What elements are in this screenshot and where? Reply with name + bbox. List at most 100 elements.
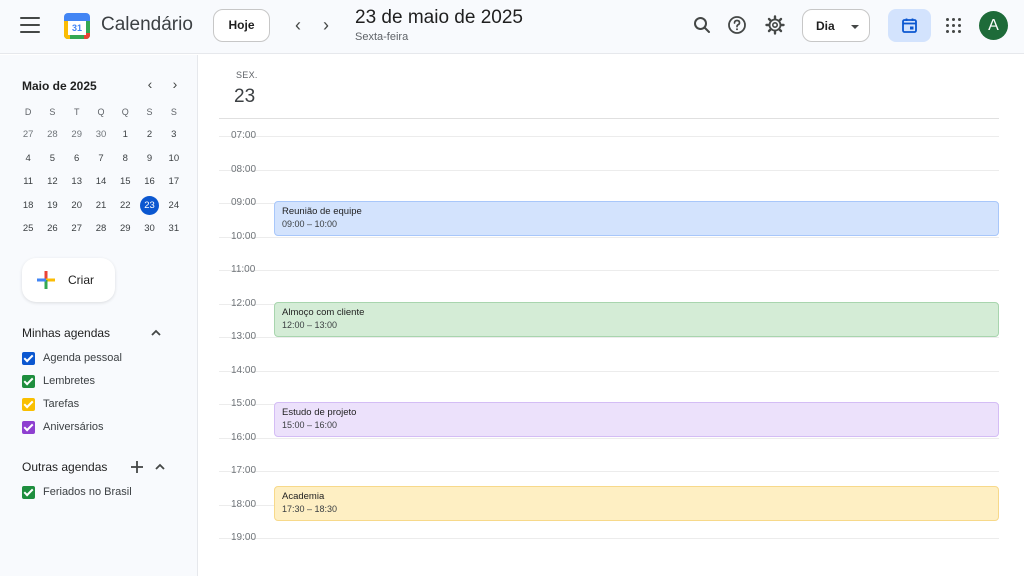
add-calendar-icon[interactable] <box>130 460 144 475</box>
create-button[interactable]: Criar <box>22 258 115 302</box>
mini-day[interactable]: 11 <box>16 172 40 192</box>
mini-day[interactable]: 13 <box>65 172 89 192</box>
main-menu-icon[interactable] <box>20 17 40 33</box>
mini-day[interactable]: 22 <box>113 196 137 216</box>
mini-day[interactable]: 4 <box>16 149 40 169</box>
mini-day[interactable]: 31 <box>162 219 186 239</box>
event-card[interactable]: Estudo de projeto 15:00 – 16:00 <box>274 402 999 437</box>
mini-day[interactable]: 12 <box>40 172 64 192</box>
mini-calendar-next-button[interactable]: › <box>167 76 183 92</box>
hour-gridline <box>219 337 999 338</box>
collapse-my-calendars-icon[interactable] <box>149 326 163 340</box>
mini-day[interactable]: 2 <box>137 125 161 145</box>
hour-label: 15:00 <box>231 398 257 409</box>
checkbox-checked-icon[interactable] <box>22 486 35 499</box>
mini-day[interactable]: 27 <box>16 125 40 145</box>
mini-day-number: 20 <box>71 199 82 211</box>
apps-grid-icon[interactable] <box>946 18 962 34</box>
mini-day[interactable]: 8 <box>113 149 137 169</box>
mini-day-number: 19 <box>47 199 58 211</box>
hour-gridline <box>219 471 999 472</box>
dropdown-caret-icon <box>851 25 859 29</box>
mini-day[interactable]: 18 <box>16 196 40 216</box>
mini-day-number: 30 <box>144 223 155 235</box>
today-button[interactable]: Hoje <box>213 9 270 42</box>
mini-day-number: 16 <box>144 176 155 188</box>
hour-gridline <box>219 370 999 372</box>
mini-day[interactable]: 17 <box>162 172 186 192</box>
event-card[interactable]: Reunião de equipe 09:00 – 10:00 <box>274 201 999 236</box>
view-selector[interactable]: Dia <box>802 9 870 42</box>
hour-label: 12:00 <box>231 297 257 309</box>
mini-day-number: 4 <box>25 152 31 164</box>
mini-day-number: 31 <box>168 223 180 235</box>
my-calendars-title: Minhas agendas <box>22 326 111 340</box>
mini-day[interactable]: 24 <box>162 196 186 216</box>
mini-weekday-head: S <box>49 106 56 117</box>
collapse-other-calendars-icon[interactable] <box>153 460 167 474</box>
mini-day[interactable]: 6 <box>65 149 89 169</box>
account-avatar[interactable]: A <box>979 11 1008 40</box>
mini-day[interactable]: 29 <box>113 219 137 239</box>
event-time: 15:00 – 16:00 <box>282 420 338 430</box>
search-icon[interactable] <box>691 14 713 36</box>
hour-label: 14:00 <box>231 364 257 376</box>
checkbox-checked-icon[interactable] <box>22 352 35 365</box>
mini-day[interactable]: 30 <box>89 125 113 145</box>
mini-weekday-head: Q <box>121 106 129 117</box>
mini-day[interactable]: 23 <box>137 195 161 216</box>
event-title: Reunião de equipe <box>282 206 362 217</box>
event-title: Estudo de projeto <box>282 407 357 418</box>
mini-day[interactable]: 30 <box>137 219 161 239</box>
mini-day-number: 2 <box>146 129 153 141</box>
mini-day[interactable]: 1 <box>113 125 137 145</box>
mini-day-number: 11 <box>23 176 34 188</box>
hour-label: 16:00 <box>231 431 257 443</box>
mini-day[interactable]: 3 <box>162 125 186 145</box>
mini-day[interactable]: 9 <box>137 149 161 169</box>
header-divider <box>219 118 999 119</box>
hour-gridline <box>219 169 999 171</box>
hour-label: 19:00 <box>231 532 257 543</box>
mini-day-number: 6 <box>74 152 80 164</box>
mini-day[interactable]: 28 <box>40 125 64 145</box>
mini-day-number: 12 <box>47 176 58 188</box>
checkbox-checked-icon[interactable] <box>22 421 35 434</box>
previous-day-button[interactable]: ‹ <box>287 14 309 36</box>
mini-day-number: 5 <box>49 152 56 164</box>
mini-day[interactable]: 14 <box>89 172 113 192</box>
next-day-button[interactable]: › <box>315 14 337 36</box>
mini-day[interactable]: 10 <box>162 149 186 169</box>
current-date-title: 23 de maio de 2025 <box>355 7 523 28</box>
settings-gear-icon[interactable] <box>764 14 786 36</box>
hour-gridline <box>219 437 999 439</box>
mini-day[interactable]: 19 <box>40 196 64 216</box>
mini-day[interactable]: 26 <box>40 219 64 239</box>
mini-day[interactable]: 5 <box>40 149 64 169</box>
event-card[interactable]: Academia 17:30 – 18:30 <box>274 485 999 521</box>
mini-day[interactable]: 28 <box>89 219 113 239</box>
mini-day-number: 9 <box>146 152 153 164</box>
mini-day[interactable]: 27 <box>65 219 89 239</box>
mini-weekday-head: D <box>24 106 32 117</box>
mini-day-number: 3 <box>171 129 177 141</box>
help-icon[interactable] <box>726 14 748 36</box>
mini-day[interactable]: 20 <box>65 196 89 216</box>
mini-day[interactable]: 25 <box>16 219 40 239</box>
mini-week-row: 25 26 27 28 29 30 31 <box>16 218 186 242</box>
event-card[interactable]: Almoço com cliente 12:00 – 13:00 <box>274 301 999 337</box>
mini-day[interactable]: 7 <box>89 149 113 169</box>
checkbox-checked-icon[interactable] <box>22 398 35 411</box>
mini-day[interactable]: 15 <box>113 172 137 192</box>
hour-gridline <box>219 236 999 238</box>
hour-label: 17:00 <box>231 465 257 476</box>
checkbox-checked-icon[interactable] <box>22 375 35 388</box>
day-number[interactable]: 23 <box>234 86 255 108</box>
mini-calendar-prev-button[interactable]: ‹ <box>142 76 158 92</box>
mini-day[interactable]: 16 <box>137 172 161 192</box>
top-bar: 31 Calendário Hoje ‹ › 23 de maio de 202… <box>0 0 1024 54</box>
mini-day[interactable]: 29 <box>65 125 89 145</box>
calendar-view-toggle[interactable] <box>888 9 931 42</box>
mini-day[interactable]: 21 <box>89 196 113 216</box>
mini-weekday-head: Q <box>97 106 105 117</box>
